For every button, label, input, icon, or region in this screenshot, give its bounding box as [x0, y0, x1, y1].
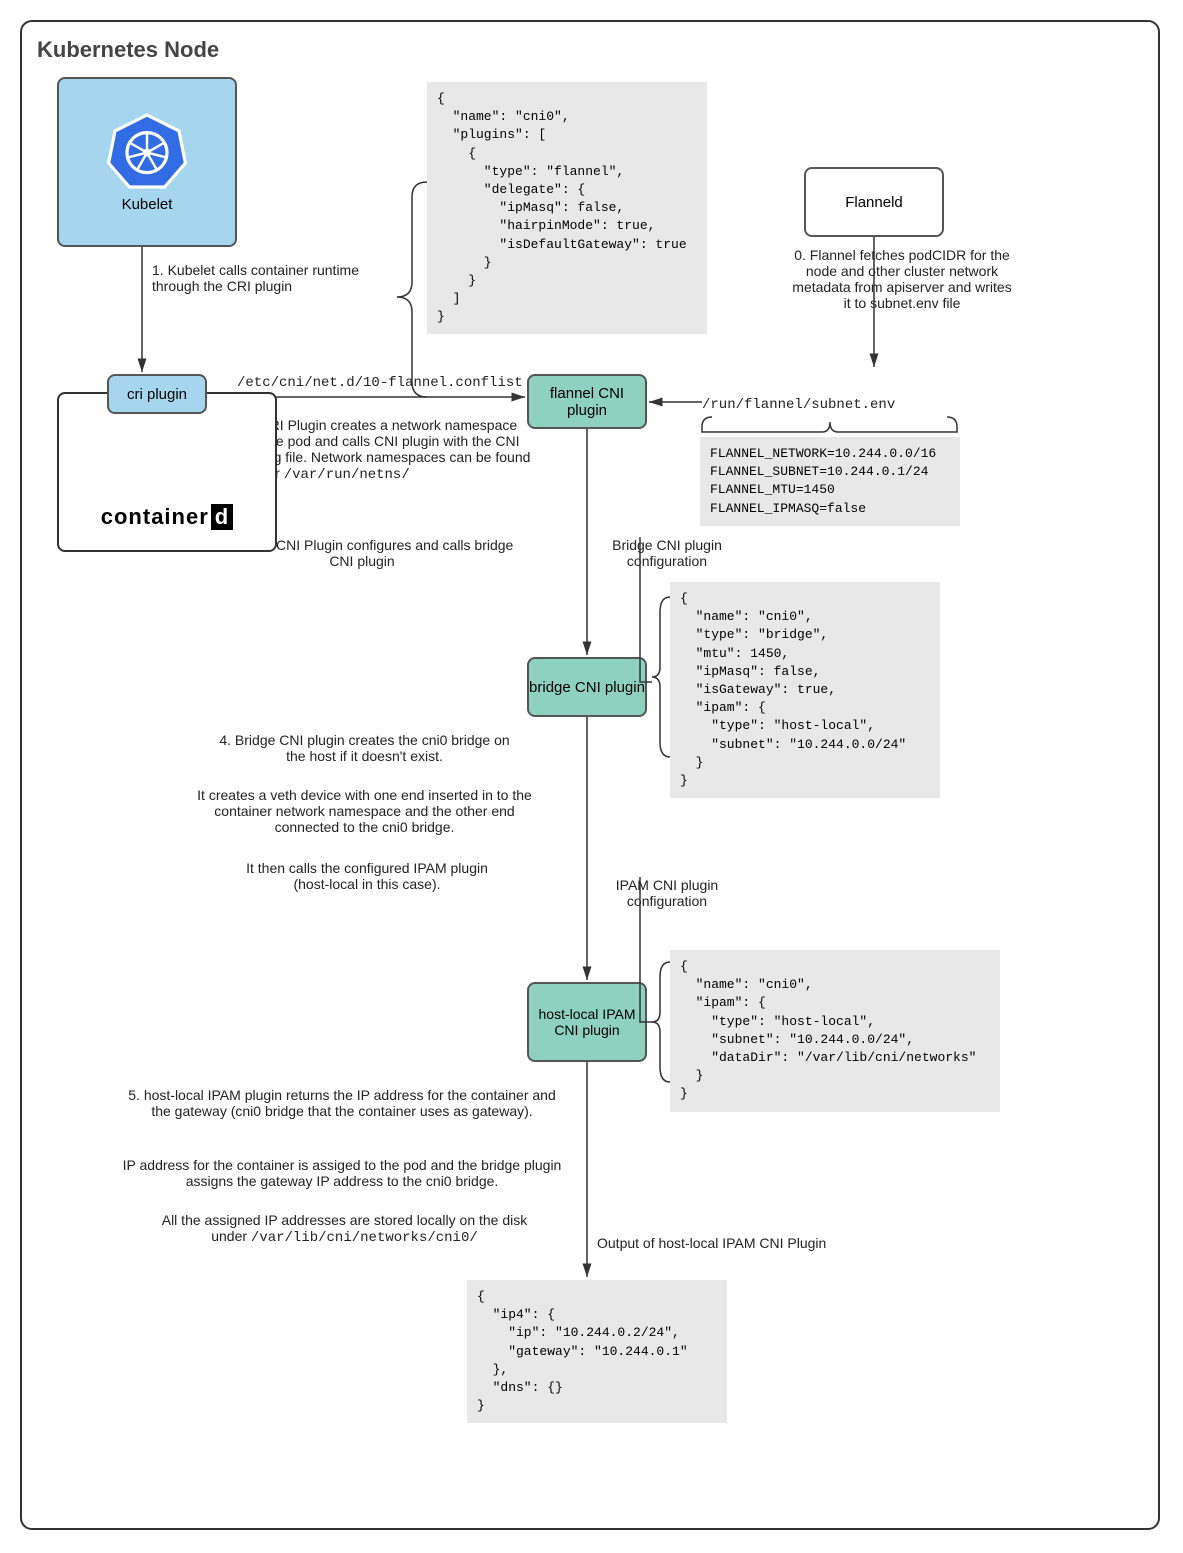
step-0-text: 0. Flannel fetches podCIDR for the node …	[792, 247, 1012, 311]
subnet-env-code: FLANNEL_NETWORK=10.244.0.0/16 FLANNEL_SU…	[700, 437, 960, 526]
step-5b-text: IP address for the container is assiged …	[117, 1157, 567, 1189]
ipam-cni-label: host-local IPAM CNI plugin	[529, 1006, 645, 1038]
step-2-text: 2. CRI Plugin creates a network namespac…	[244, 417, 534, 483]
kubelet-label: Kubelet	[122, 196, 173, 213]
output-label: Output of host-local IPAM CNI Plugin	[597, 1235, 826, 1251]
flannel-cni-label: flannel CNI plugin	[529, 385, 645, 419]
flanneld-label: Flanneld	[845, 194, 903, 211]
kubernetes-node-diagram: Kubernetes Node Kubelet containerd cri p…	[20, 20, 1160, 1530]
step-5a-text: 5. host-local IPAM plugin returns the IP…	[127, 1087, 557, 1119]
cri-plugin-label: cri plugin	[127, 386, 187, 403]
kubelet-box: Kubelet	[57, 77, 237, 247]
cri-plugin-box: cri plugin	[107, 374, 207, 414]
subnet-path: /run/flannel/subnet.env	[702, 397, 895, 413]
step-4a-text: 4. Bridge CNI plugin creates the cni0 br…	[212, 732, 517, 764]
step-5c-text: All the assigned IP addresses are stored…	[147, 1212, 542, 1246]
kubernetes-logo-icon	[107, 111, 187, 191]
ipam-conf-code: { "name": "cni0", "ipam": { "type": "hos…	[670, 950, 1000, 1112]
bridge-conf-code: { "name": "cni0", "type": "bridge", "mtu…	[670, 582, 940, 798]
containerd-label: containerd	[101, 504, 233, 530]
diagram-title: Kubernetes Node	[37, 37, 1143, 63]
ipam-cfg-label: IPAM CNI plugin configuration	[592, 877, 742, 909]
flannel-cni-box: flannel CNI plugin	[527, 374, 647, 429]
output-code: { "ip4": { "ip": "10.244.0.2/24", "gatew…	[467, 1280, 727, 1423]
step-4c-text: It then calls the configured IPAM plugin…	[227, 860, 507, 892]
bridge-cni-label: bridge CNI plugin	[529, 679, 645, 696]
ipam-cni-box: host-local IPAM CNI plugin	[527, 982, 647, 1062]
containerd-box: containerd	[57, 392, 277, 552]
step-1-text: 1. Kubelet calls container runtime throu…	[152, 262, 382, 294]
flannel-conf-code: { "name": "cni0", "plugins": [ { "type":…	[427, 82, 707, 334]
flanneld-box: Flanneld	[804, 167, 944, 237]
bridge-cfg-label: Bridge CNI plugin configuration	[592, 537, 742, 569]
conflist-path: /etc/cni/net.d/10-flannel.conflist	[237, 375, 523, 391]
bridge-cni-box: bridge CNI plugin	[527, 657, 647, 717]
step-4b-text: It creates a veth device with one end in…	[192, 787, 537, 835]
